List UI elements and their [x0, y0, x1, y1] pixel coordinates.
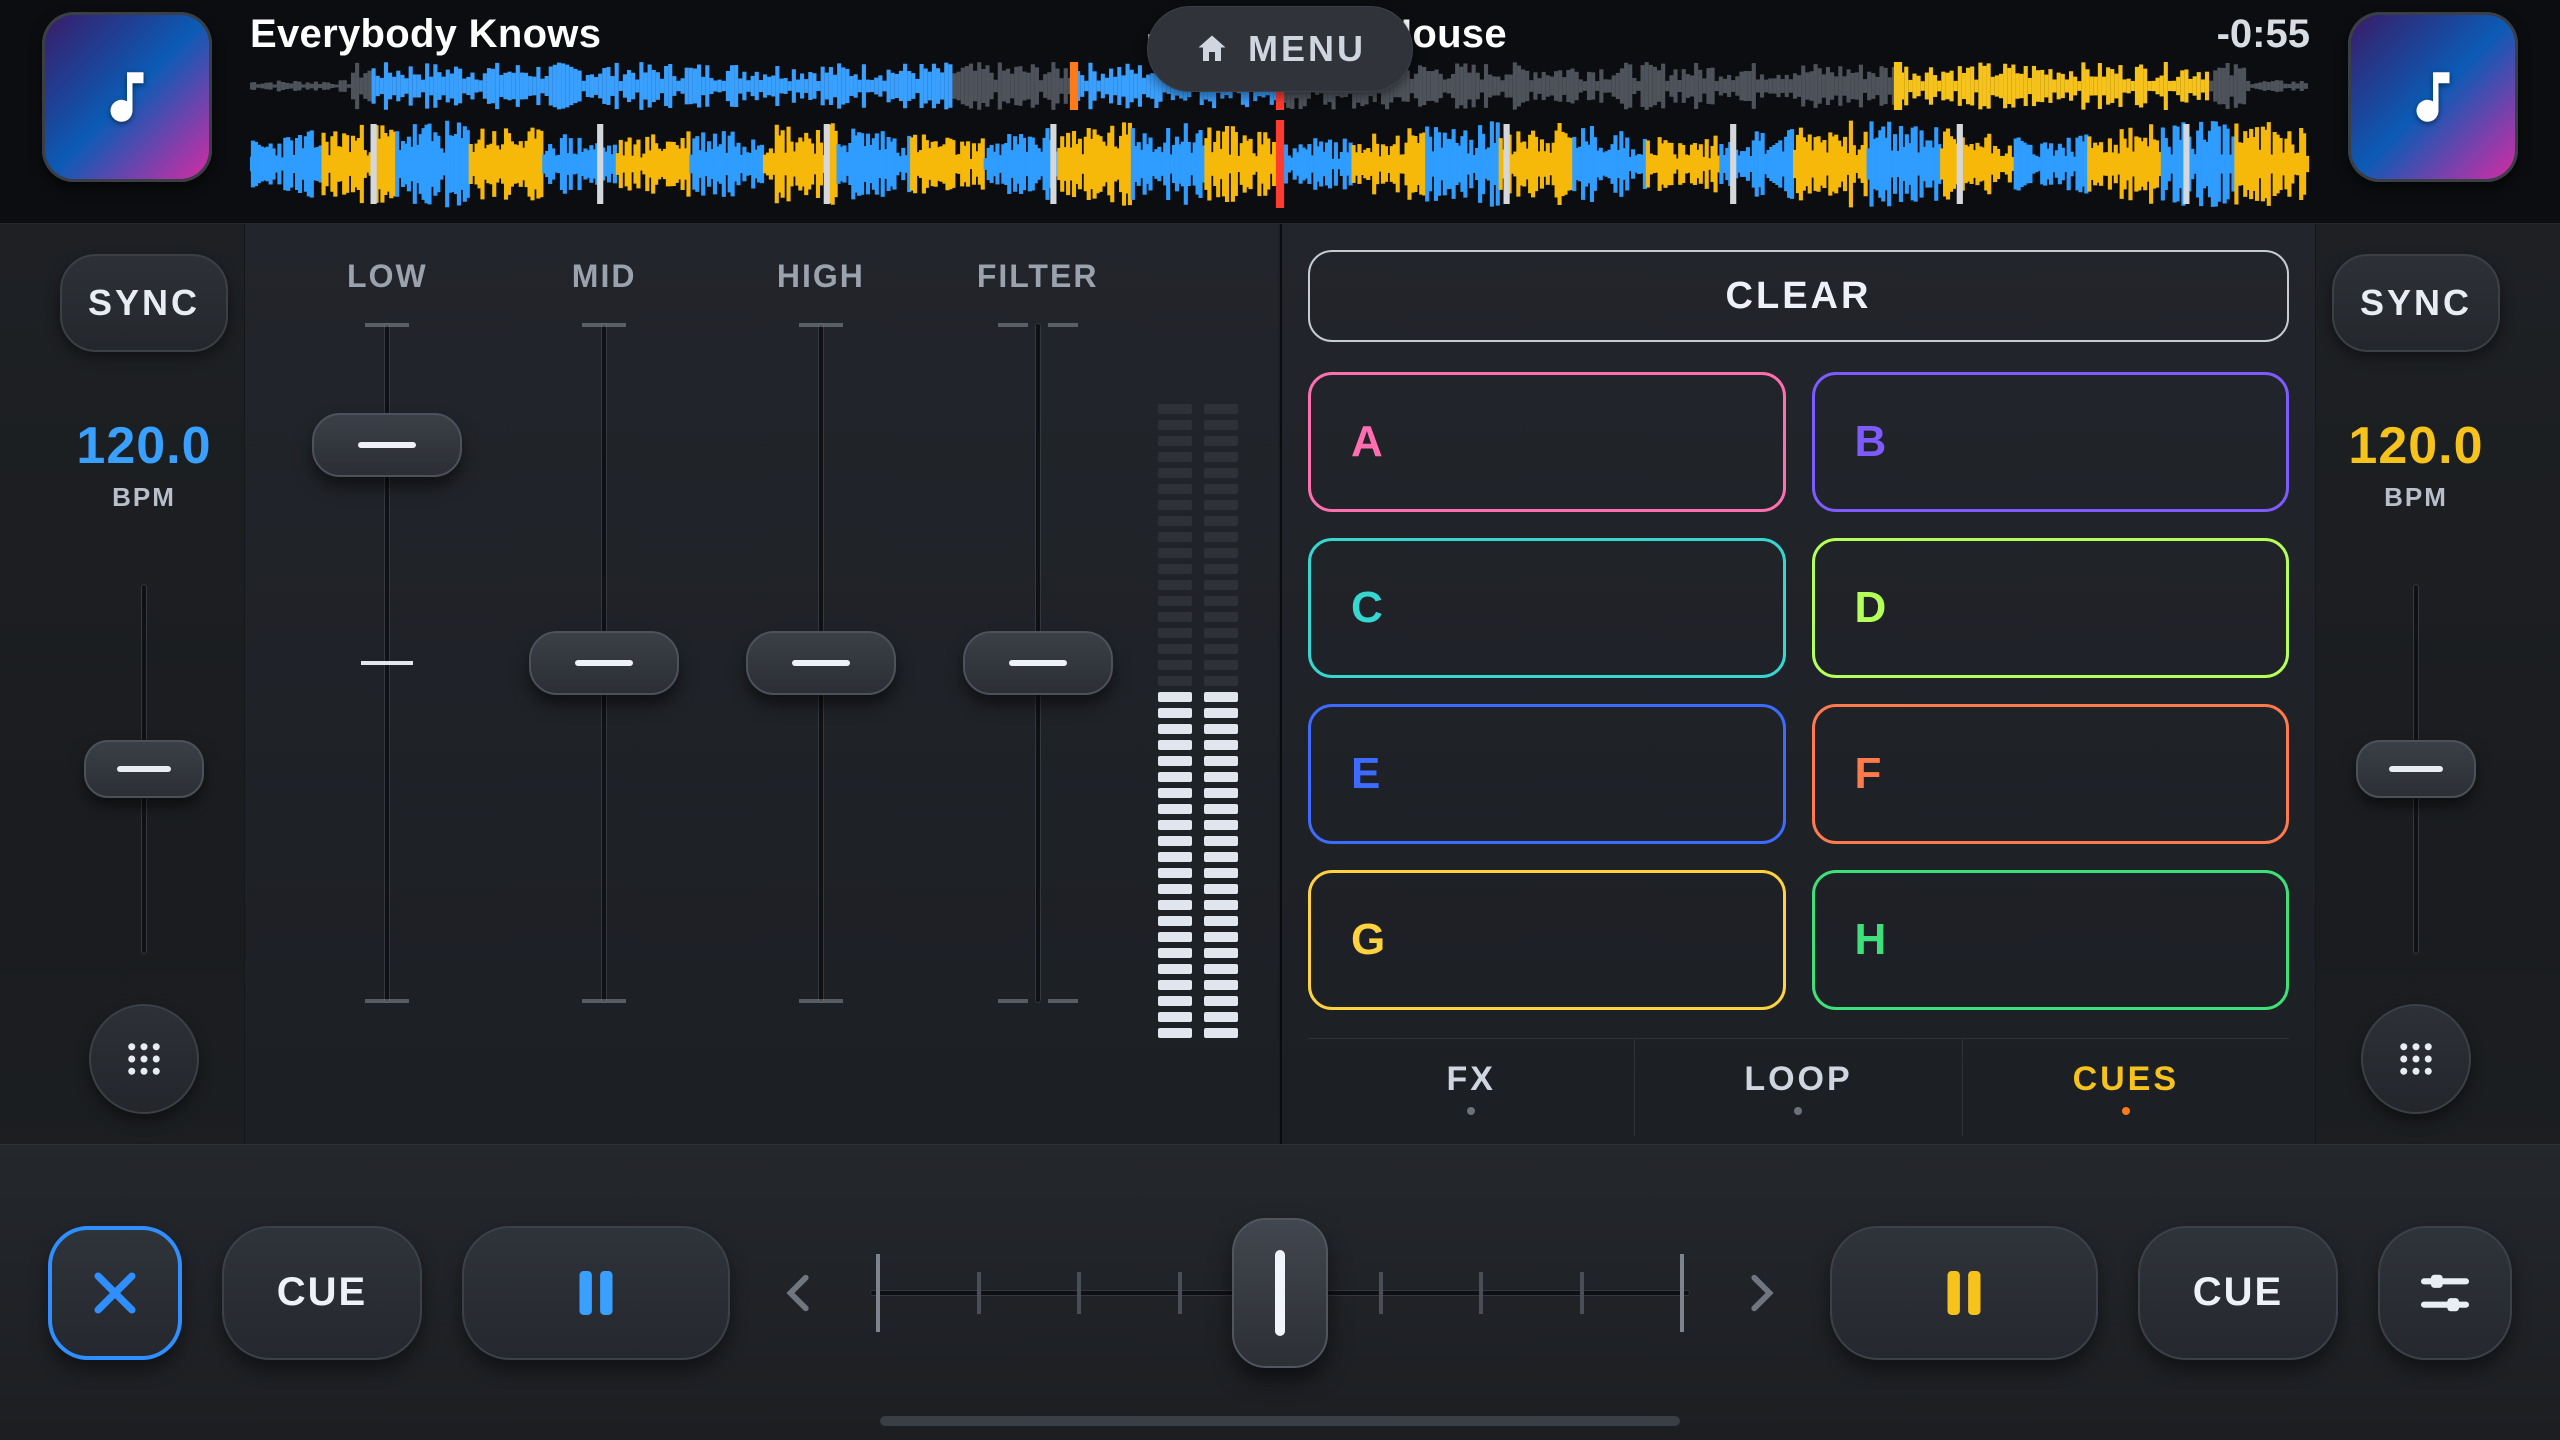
- tab-loop-label: LOOP: [1744, 1060, 1852, 1099]
- crossfader[interactable]: [870, 1218, 1690, 1368]
- deck-b-play-pause-button[interactable]: [1830, 1226, 2098, 1360]
- menu-label: MENU: [1248, 28, 1366, 70]
- cue-pad-e[interactable]: E: [1308, 704, 1786, 844]
- deck-b-artwork[interactable]: [2348, 12, 2518, 182]
- settings-button[interactable]: [2378, 1226, 2512, 1360]
- deck-b-bpm-label: BPM: [2348, 482, 2483, 513]
- deck-b-track-time: -0:55: [2217, 12, 2310, 57]
- deck-a-artwork[interactable]: [42, 12, 212, 182]
- deck-a-play-pause-button[interactable]: [462, 1226, 730, 1360]
- sliders-icon: [2417, 1265, 2473, 1321]
- crossfader-knob[interactable]: [1232, 1218, 1328, 1368]
- deck-a-bpm[interactable]: 120.0 BPM: [76, 416, 211, 513]
- eq-low-col: LOW: [291, 258, 484, 1003]
- home-icon: [1194, 31, 1230, 67]
- dot-icon: [1794, 1107, 1802, 1115]
- transport-bar: CUE CUE: [0, 1144, 2560, 1440]
- eq-filter-slider[interactable]: [941, 323, 1134, 1003]
- pause-icon: [1931, 1260, 1997, 1326]
- scroll-indicator: [880, 1416, 1680, 1426]
- cue-pad-a[interactable]: A: [1308, 372, 1786, 512]
- chevron-left-icon: [777, 1270, 823, 1316]
- eq-low-label: LOW: [347, 258, 428, 295]
- cue-pad-b[interactable]: B: [1812, 372, 2290, 512]
- deck-b-bpm-value: 120.0: [2348, 416, 2483, 476]
- eq-high-label: HIGH: [777, 258, 865, 295]
- deck-a-track-name: Everybody Knows: [250, 12, 601, 57]
- deck-a-sync-button[interactable]: SYNC: [60, 254, 228, 352]
- crossfader-nudge-right[interactable]: [1730, 1270, 1790, 1316]
- cue-pad-g[interactable]: G: [1308, 870, 1786, 1010]
- dj-app-root: Everybody Knows -0:25 DJ House -0:55 MEN…: [0, 0, 2560, 1440]
- cue-pad-f[interactable]: F: [1812, 704, 2290, 844]
- close-panel-button[interactable]: [48, 1226, 182, 1360]
- mixer-grid-icon: [123, 1038, 165, 1080]
- deck-a-mixer-button[interactable]: [89, 1004, 199, 1114]
- eq-low-slider[interactable]: [291, 323, 484, 1003]
- deck-a-cue-button[interactable]: CUE: [222, 1226, 422, 1360]
- tab-cues-label: CUES: [2073, 1060, 2179, 1099]
- tab-fx[interactable]: FX: [1308, 1039, 1635, 1136]
- eq-mid-label: MID: [572, 258, 637, 295]
- cues-panel: CLEAR ABCDEFGH FX LOOP CUES: [1282, 224, 2316, 1144]
- cue-pad-h[interactable]: H: [1812, 870, 2290, 1010]
- pause-icon: [563, 1260, 629, 1326]
- panel-tabs: FX LOOP CUES: [1308, 1038, 2289, 1136]
- cue-pad-grid: ABCDEFGH: [1308, 372, 2289, 1010]
- detail-waveform[interactable]: [250, 120, 2310, 208]
- eq-mid-slider[interactable]: [508, 323, 701, 1003]
- tab-fx-label: FX: [1446, 1060, 1495, 1099]
- deck-b-cue-button[interactable]: CUE: [2138, 1226, 2338, 1360]
- eq-high-slider[interactable]: [725, 323, 918, 1003]
- eq-high-col: HIGH: [725, 258, 918, 1003]
- deck-a-tempo-slider[interactable]: [94, 574, 194, 964]
- deck-b-tempo-slider[interactable]: [2366, 574, 2466, 964]
- close-icon: [86, 1264, 144, 1322]
- music-note-icon: [2400, 64, 2466, 130]
- chevron-right-icon: [1737, 1270, 1783, 1316]
- music-note-icon: [94, 64, 160, 130]
- dot-icon: [2122, 1107, 2130, 1115]
- dot-icon: [1467, 1107, 1475, 1115]
- eq-filter-col: FILTER: [941, 258, 1134, 1003]
- eq-filter-label: FILTER: [977, 258, 1099, 295]
- eq-panel: LOW MID HIGH: [244, 224, 1278, 1144]
- mixer-grid-icon: [2395, 1038, 2437, 1080]
- deck-b-sync-button[interactable]: SYNC: [2332, 254, 2500, 352]
- deck-a-rail: SYNC 120.0 BPM: [44, 254, 244, 1114]
- deck-b-bpm[interactable]: 120.0 BPM: [2348, 416, 2483, 513]
- menu-button[interactable]: MENU: [1147, 6, 1413, 92]
- stage: SYNC 120.0 BPM SYNC 120.0 BPM: [0, 224, 2560, 1144]
- deck-b-rail: SYNC 120.0 BPM: [2316, 254, 2516, 1114]
- eq-mid-col: MID: [508, 258, 701, 1003]
- tab-loop[interactable]: LOOP: [1635, 1039, 1962, 1136]
- vu-meter: [1158, 318, 1238, 1038]
- cue-pad-d[interactable]: D: [1812, 538, 2290, 678]
- crossfader-nudge-left[interactable]: [770, 1270, 830, 1316]
- cue-pad-c[interactable]: C: [1308, 538, 1786, 678]
- deck-a-bpm-label: BPM: [76, 482, 211, 513]
- cues-clear-button[interactable]: CLEAR: [1308, 250, 2289, 342]
- deck-a-bpm-value: 120.0: [76, 416, 211, 476]
- header: Everybody Knows -0:25 DJ House -0:55 MEN…: [0, 0, 2560, 224]
- deck-b-mixer-button[interactable]: [2361, 1004, 2471, 1114]
- tab-cues[interactable]: CUES: [1963, 1039, 2289, 1136]
